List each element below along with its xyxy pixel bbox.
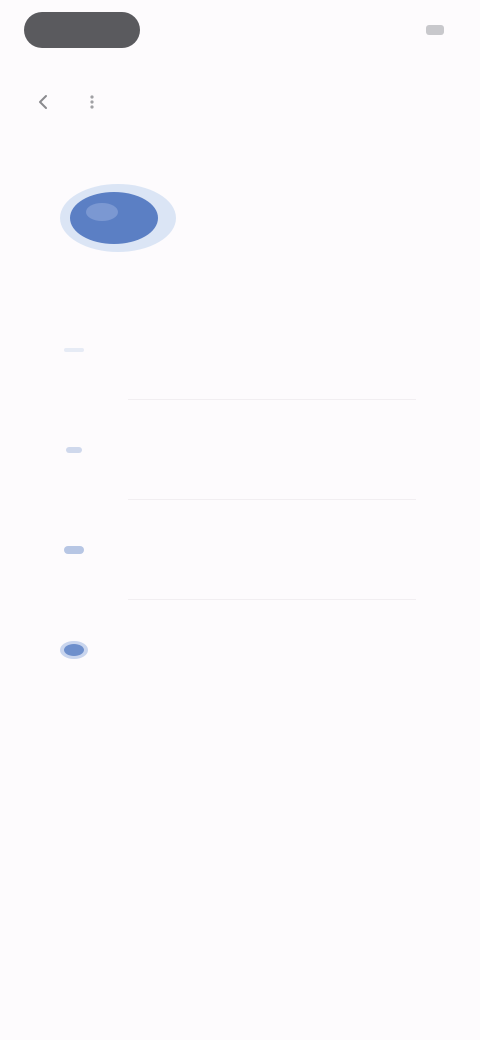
hero-section [0,150,480,290]
hero-illustration [60,184,176,252]
status-bar [0,0,480,60]
option-icon [56,332,92,368]
options-list [0,300,480,700]
status-pill [24,12,140,48]
option-icon [56,532,92,568]
option-icon [56,632,92,668]
hero-subtitle [236,196,436,240]
option-item[interactable] [0,500,480,600]
back-button[interactable] [28,86,60,118]
option-item[interactable] [0,300,480,400]
battery-icon [426,25,444,35]
more-icon [90,95,94,109]
option-icon [56,432,92,468]
nav-bar [0,80,480,124]
hero-title [236,170,436,188]
option-item[interactable] [0,600,480,700]
status-indicators [418,20,444,40]
hero-text [236,170,436,240]
more-button[interactable] [76,86,108,118]
option-item[interactable] [0,400,480,500]
back-arrow-icon [39,95,47,109]
